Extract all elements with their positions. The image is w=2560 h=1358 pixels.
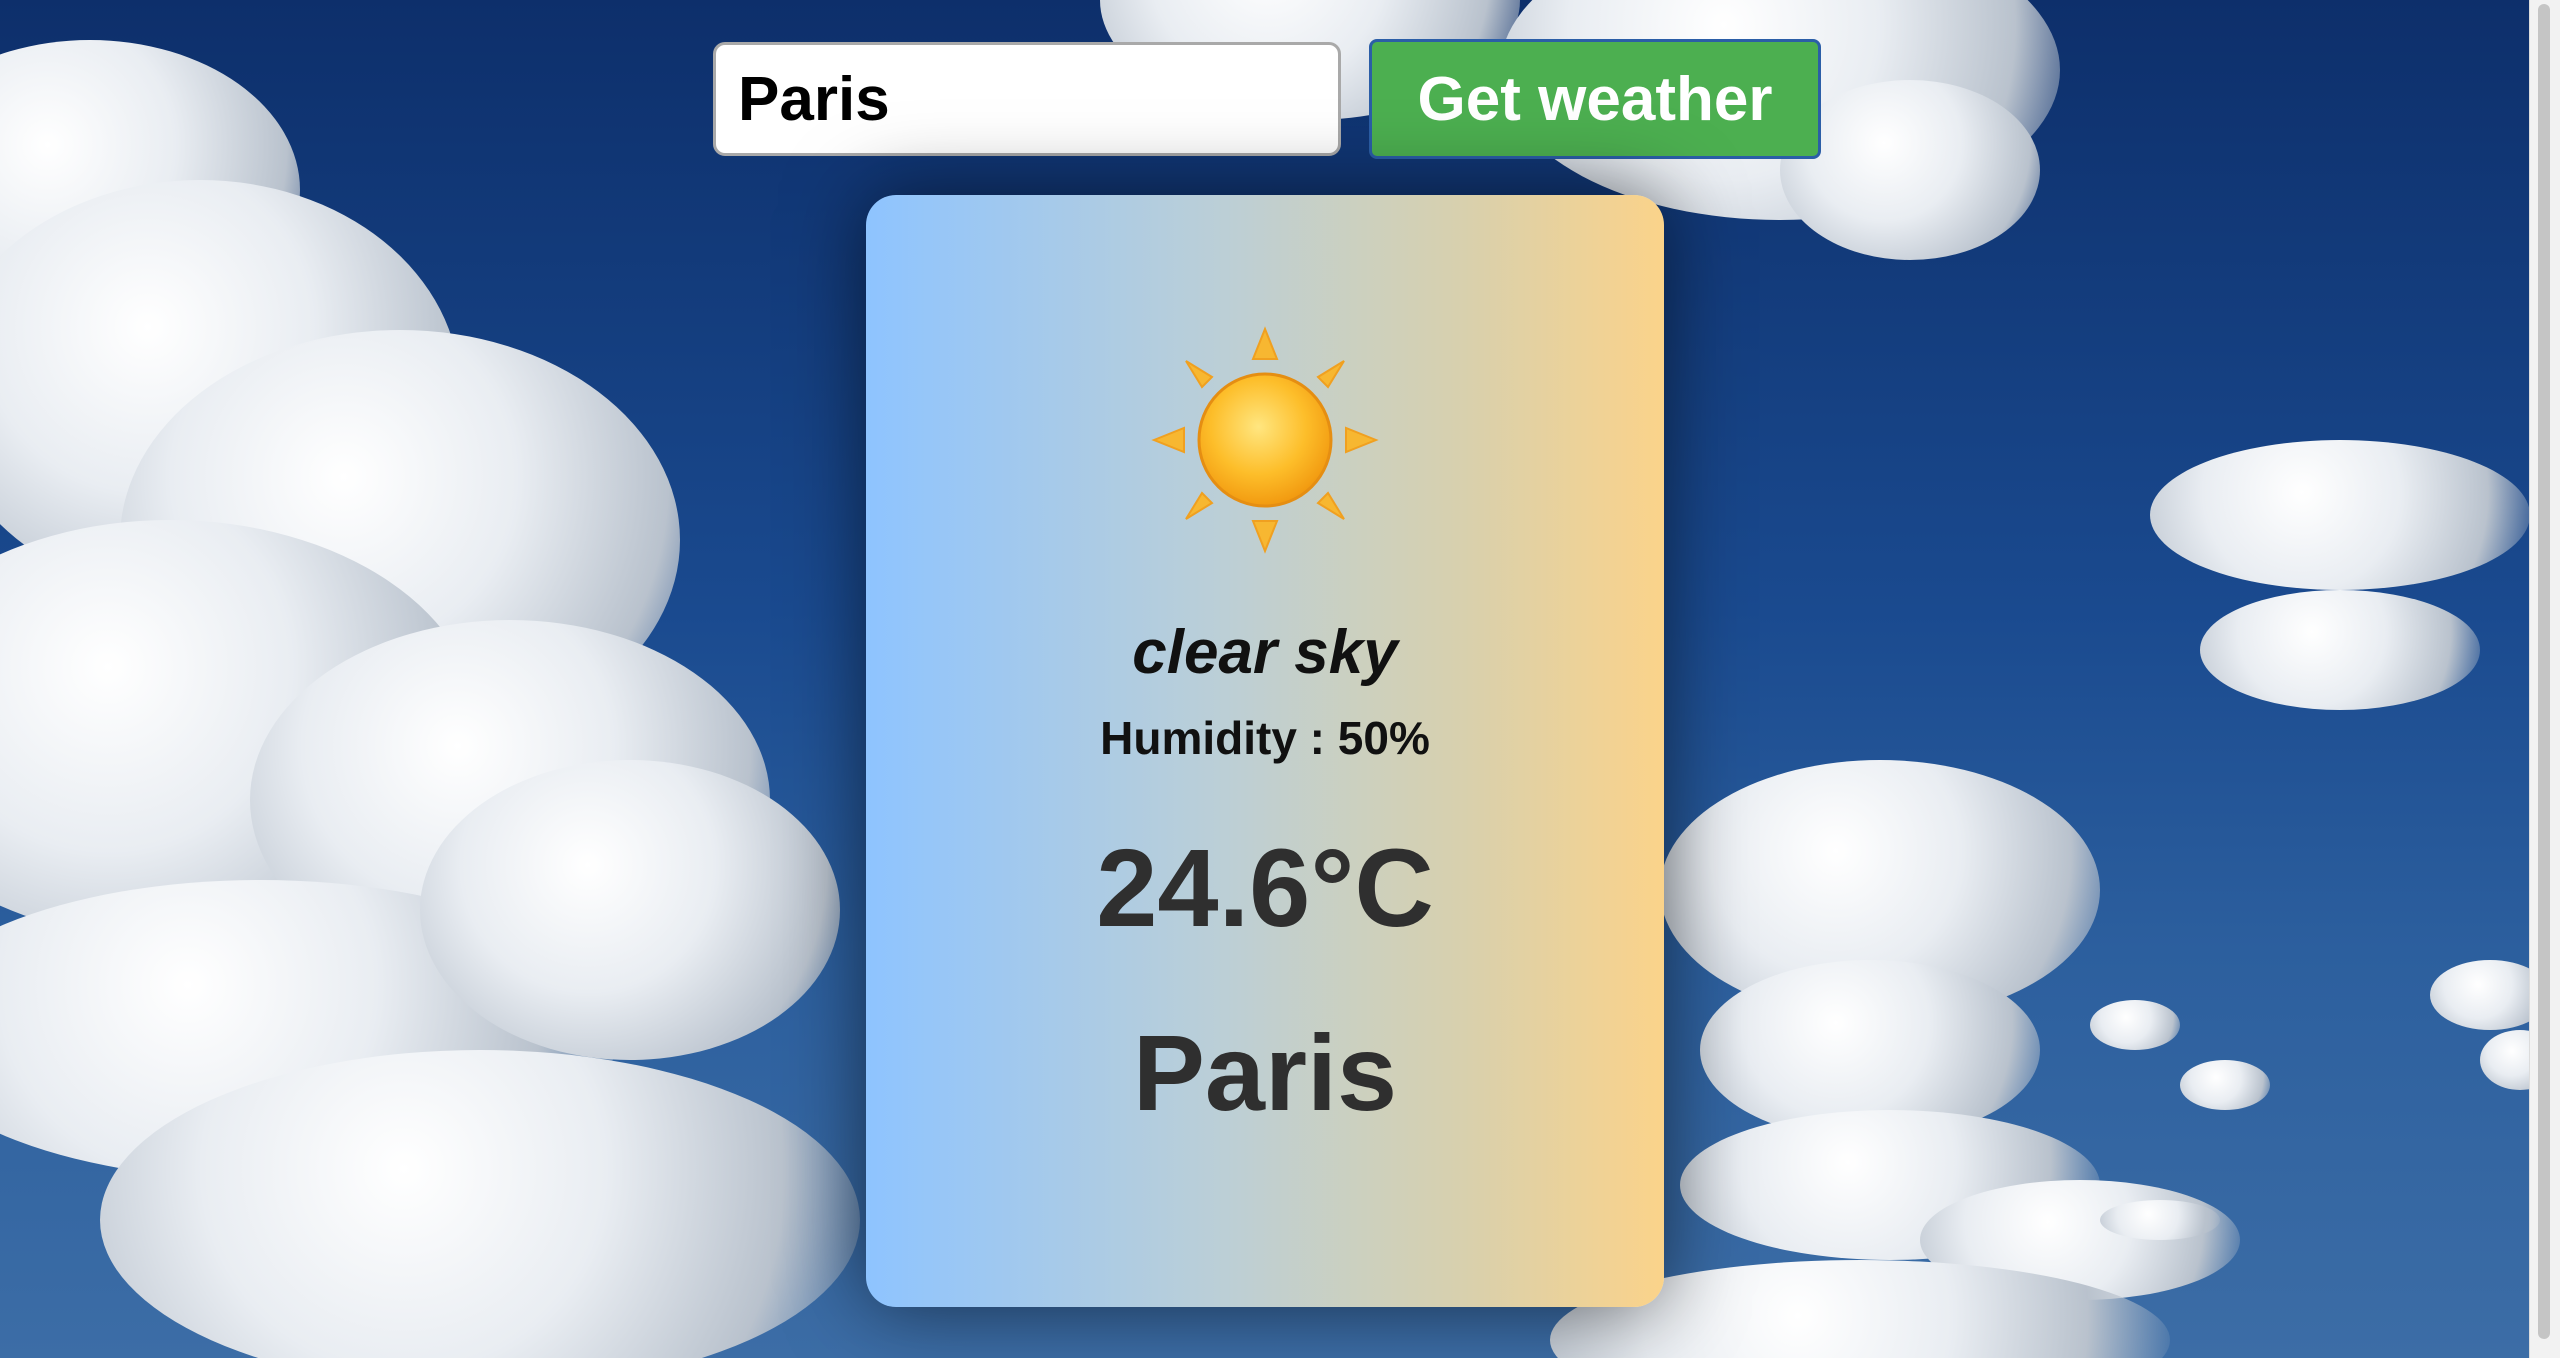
search-bar: Get weather [713,39,1821,159]
weather-description: clear sky [1132,618,1398,687]
humidity-text: Humidity : 50% [1100,712,1430,764]
temperature-value: 24.6°C [1096,827,1434,950]
sun-icon [1151,326,1379,554]
get-weather-button[interactable]: Get weather [1369,39,1821,159]
weather-card: clear sky Humidity : 50% 24.6°C Paris [866,195,1664,1307]
scrollbar-thumb[interactable] [2538,4,2550,1339]
city-name: Paris [1132,1012,1398,1133]
city-input[interactable] [713,42,1341,156]
vertical-scrollbar[interactable] [2529,0,2560,1358]
